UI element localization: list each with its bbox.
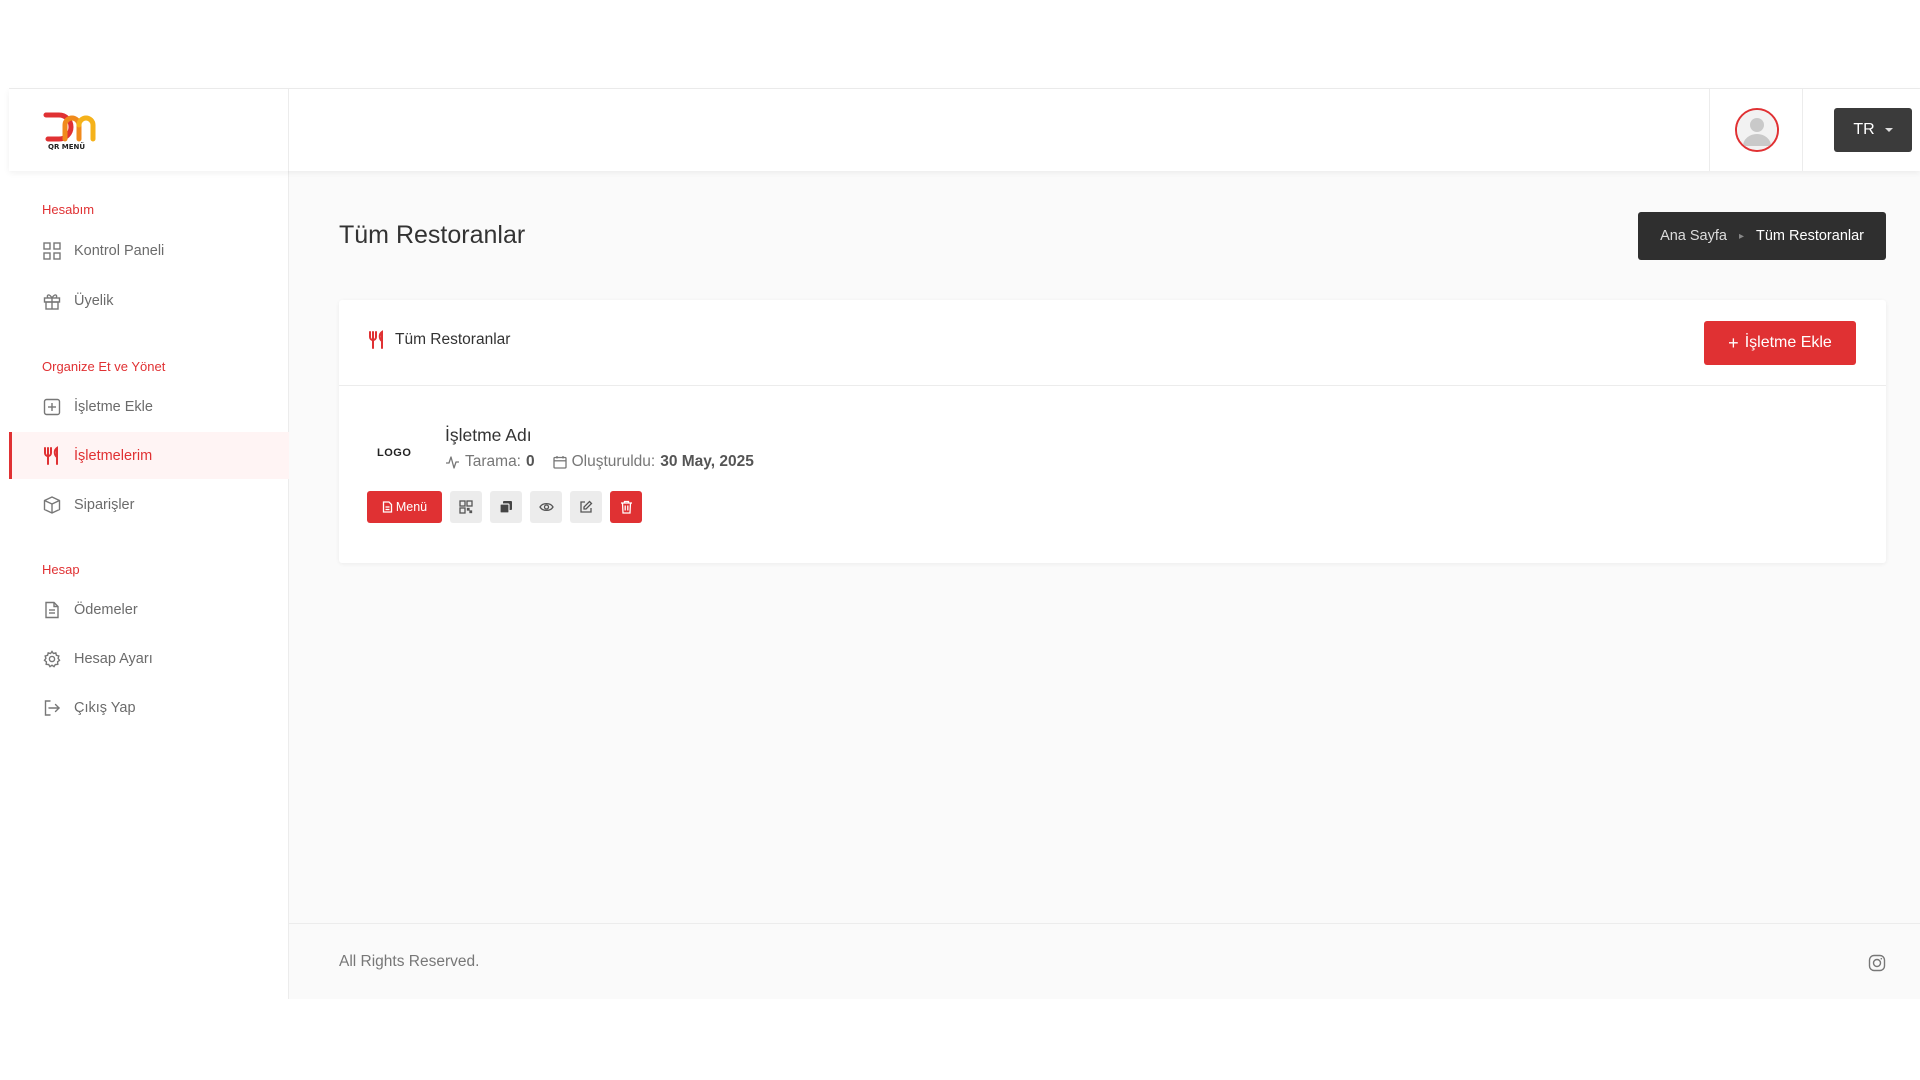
avatar[interactable] bbox=[1735, 108, 1779, 152]
sidebar-item-add-business[interactable]: İşletme Ekle bbox=[9, 383, 289, 430]
restaurants-card: Tüm Restoranlar + İşletme Ekle LOGO İşle… bbox=[339, 300, 1886, 563]
created-label: Oluşturuldu: bbox=[571, 453, 656, 470]
sidebar-item-dashboard[interactable]: Kontrol Paneli bbox=[9, 227, 289, 274]
eye-icon bbox=[538, 502, 554, 512]
language-label: TR bbox=[1853, 121, 1875, 138]
sidebar-item-membership[interactable]: Üyelik bbox=[9, 277, 289, 324]
qr-code-button[interactable] bbox=[450, 491, 482, 523]
plus-icon: + bbox=[1728, 333, 1739, 353]
section-title-hesabim: Hesabım bbox=[42, 202, 95, 217]
edit-icon bbox=[580, 500, 593, 513]
box-icon bbox=[42, 495, 62, 515]
sidebar-item-orders[interactable]: Siparişler bbox=[9, 481, 289, 528]
business-logo: LOGO bbox=[377, 447, 412, 459]
sidebar-item-label: Ödemeler bbox=[74, 601, 138, 618]
duplicate-button[interactable] bbox=[490, 491, 522, 523]
card-title-text: Tüm Restoranlar bbox=[395, 331, 511, 348]
sidebar-item-account-settings[interactable]: Hesap Ayarı bbox=[9, 635, 289, 682]
trash-icon bbox=[620, 500, 632, 514]
breadcrumb: Ana Sayfa ▸ Tüm Restoranlar bbox=[1638, 212, 1886, 260]
logo-caption: QR MENÜ bbox=[48, 142, 85, 151]
grid-icon bbox=[42, 241, 62, 261]
sidebar-item-label: İşletme Ekle bbox=[74, 398, 153, 415]
activity-icon bbox=[446, 455, 459, 469]
brand-logo[interactable]: QR MENÜ bbox=[9, 89, 289, 171]
chevron-right-icon: ▸ bbox=[1738, 230, 1745, 242]
sidebar-item-payments[interactable]: Ödemeler bbox=[9, 586, 289, 633]
sidebar-item-label: Çıkış Yap bbox=[74, 699, 136, 716]
app-shell: QR MENÜ TR Hesabım Kontrol Paneli Üyelik… bbox=[9, 88, 1920, 999]
plus-square-icon bbox=[42, 397, 62, 417]
qr-menu-logo-icon: QR MENÜ bbox=[43, 112, 96, 151]
card-title: Tüm Restoranlar bbox=[367, 330, 510, 350]
menu-button-label: Menü bbox=[395, 500, 428, 514]
sidebar-item-label: Hesap Ayarı bbox=[74, 650, 153, 667]
business-meta: Tarama: 0 Oluşturuldu: 30 May, 2025 bbox=[445, 453, 754, 471]
sidebar-item-label: Siparişler bbox=[74, 496, 135, 513]
gear-icon bbox=[42, 649, 62, 669]
delete-button[interactable] bbox=[610, 491, 642, 523]
footer-copyright: All Rights Reserved. bbox=[339, 953, 480, 970]
created-date: Oluşturuldu: 30 May, 2025 bbox=[552, 453, 754, 471]
footer: All Rights Reserved. bbox=[289, 923, 1920, 999]
breadcrumb-home[interactable]: Ana Sayfa bbox=[1660, 228, 1727, 244]
copy-icon bbox=[499, 501, 512, 514]
gift-icon bbox=[42, 291, 62, 311]
user-menu[interactable] bbox=[1709, 89, 1803, 171]
sidebar: Hesabım Kontrol Paneli Üyelik Organize E… bbox=[9, 171, 289, 999]
preview-button[interactable] bbox=[530, 491, 562, 523]
main-content: Tüm Restoranlar Ana Sayfa ▸ Tüm Restoran… bbox=[289, 171, 1920, 999]
instagram-icon bbox=[1868, 954, 1886, 972]
utensils-icon bbox=[369, 330, 383, 349]
menu-button[interactable]: Menü bbox=[367, 491, 442, 523]
page-title: Tüm Restoranlar bbox=[339, 221, 526, 249]
top-header: QR MENÜ TR bbox=[9, 89, 1920, 171]
scan-value: 0 bbox=[526, 453, 535, 470]
user-avatar-icon bbox=[1737, 110, 1777, 150]
sidebar-item-label: Üyelik bbox=[74, 292, 114, 309]
scan-label: Tarama: bbox=[465, 453, 521, 470]
utensils-icon bbox=[42, 445, 62, 466]
qr-code-icon bbox=[459, 500, 473, 514]
created-value: 30 May, 2025 bbox=[660, 453, 754, 470]
section-title-hesap: Hesap bbox=[42, 562, 80, 577]
breadcrumb-current: Tüm Restoranlar bbox=[1756, 228, 1864, 244]
sidebar-item-label: Kontrol Paneli bbox=[74, 242, 165, 259]
document-icon bbox=[42, 600, 62, 620]
sidebar-item-label: İşletmelerim bbox=[74, 447, 153, 464]
scan-count: Tarama: 0 bbox=[445, 453, 535, 471]
add-business-label: İşletme Ekle bbox=[1744, 334, 1832, 351]
language-dropdown[interactable]: TR bbox=[1834, 108, 1912, 152]
section-title-organize: Organize Et ve Yönet bbox=[42, 359, 166, 374]
card-header: Tüm Restoranlar + İşletme Ekle bbox=[339, 300, 1886, 386]
calendar-icon bbox=[552, 456, 567, 469]
add-business-button[interactable]: + İşletme Ekle bbox=[1704, 321, 1856, 365]
document-icon bbox=[382, 501, 393, 513]
sidebar-item-logout[interactable]: Çıkış Yap bbox=[9, 684, 289, 731]
business-name: İşletme Adı bbox=[445, 425, 532, 445]
chevron-down-icon bbox=[1884, 128, 1893, 132]
logout-icon bbox=[42, 698, 62, 718]
business-actions: Menü bbox=[367, 491, 642, 523]
edit-button[interactable] bbox=[570, 491, 602, 523]
instagram-link[interactable] bbox=[1868, 954, 1886, 977]
sidebar-item-my-businesses[interactable]: İşletmelerim bbox=[9, 432, 289, 479]
